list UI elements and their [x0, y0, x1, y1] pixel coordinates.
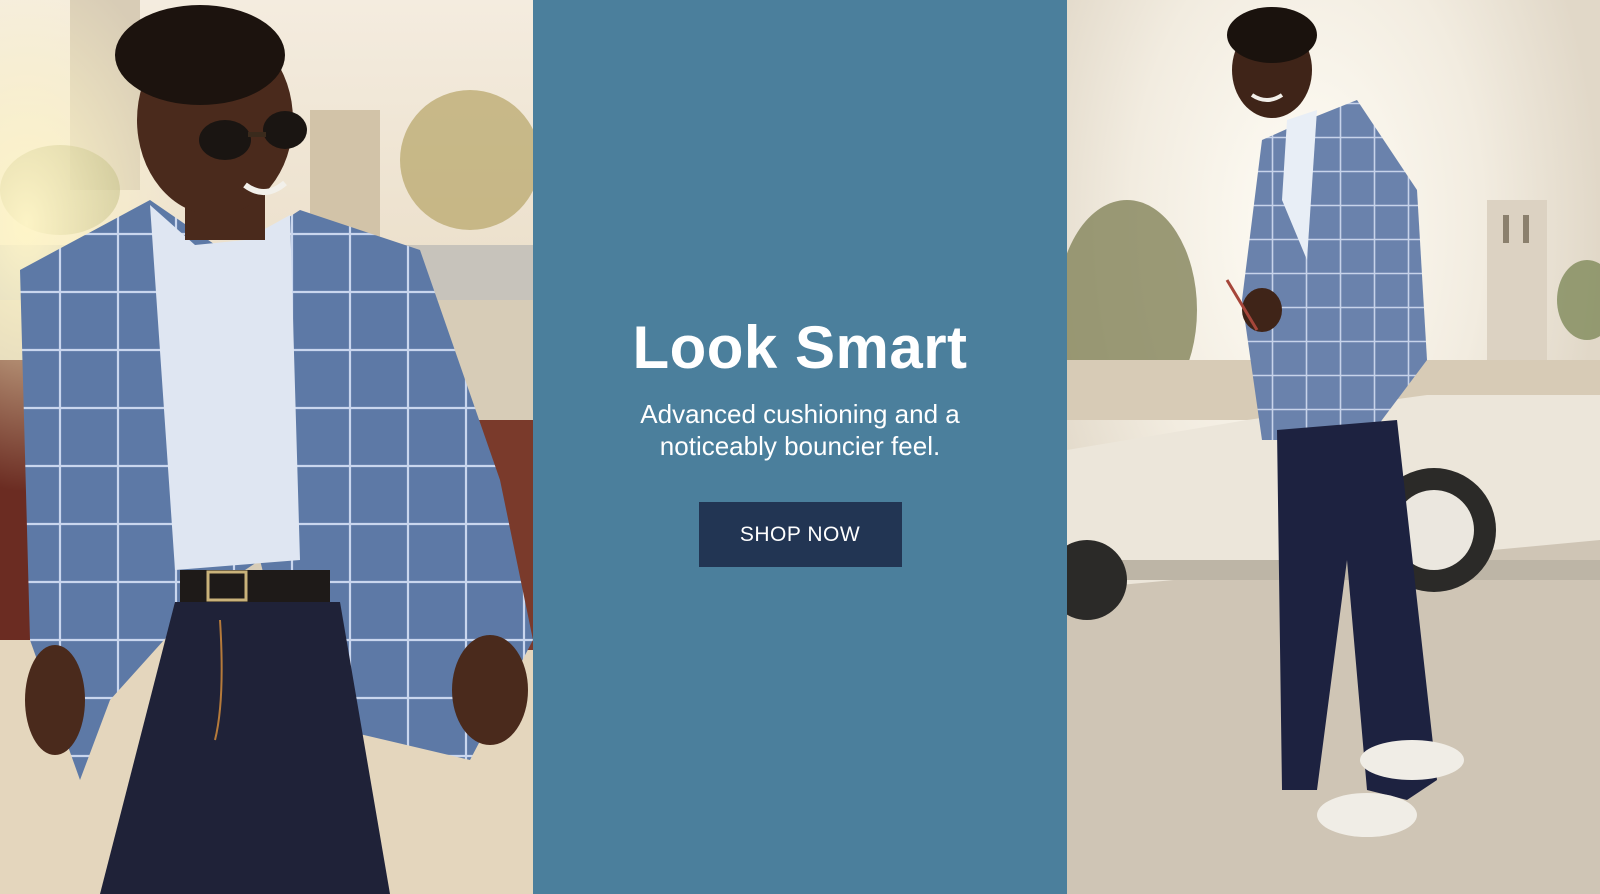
right-model-photo — [1067, 0, 1600, 894]
shop-now-button[interactable]: SHOP NOW — [698, 502, 902, 567]
promo-headline: Look Smart — [632, 314, 968, 381]
promo-subhead: Advanced cushioning and a noticeably bou… — [640, 399, 960, 461]
promo-panel: Look Smart Advanced cushioning and a not… — [533, 0, 1067, 894]
hero-banner: Look Smart Advanced cushioning and a not… — [0, 0, 1600, 894]
left-model-photo — [0, 0, 533, 894]
